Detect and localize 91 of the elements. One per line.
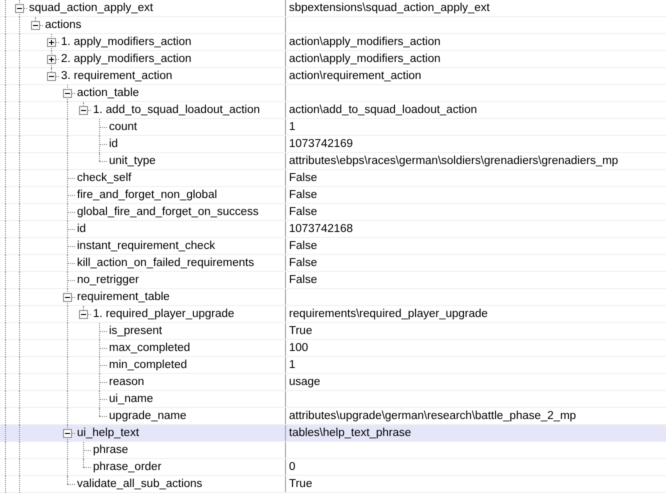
collapse-icon[interactable]: [79, 310, 88, 319]
node-label: check_self: [76, 171, 132, 186]
node-label: ui_help_text: [76, 426, 140, 441]
node-label: upgrade_name: [108, 409, 186, 424]
node-value: False: [289, 257, 318, 269]
tree-row[interactable]: id 1073742169: [0, 136, 666, 153]
expand-icon[interactable]: [47, 38, 56, 47]
node-label: max_completed: [108, 341, 190, 356]
collapse-icon[interactable]: [63, 429, 72, 438]
node-value: requirements\required_player_upgrade: [289, 308, 488, 320]
tree-row[interactable]: 1. add_to_squad_loadout_action action\add_to_squad_loadout_action: [0, 102, 666, 119]
node-label: is_present: [108, 324, 162, 339]
node-value: True: [289, 478, 312, 490]
tree-row[interactable]: unit_type attributes\ebps\races\german\soldiers\grenadiers\grenadiers_mp: [0, 153, 666, 170]
tree-row[interactable]: fire_and_forget_non_global False: [0, 187, 666, 204]
node-value: attributes\upgrade\german\research\battle_phase_2_mp: [289, 410, 576, 422]
node-label: squad_action_apply_ext: [28, 1, 154, 16]
node-value: attributes\ebps\races\german\soldiers\grenadiers\grenadiers_mp: [289, 155, 618, 167]
tree-row[interactable]: reason usage: [0, 374, 666, 391]
node-label: phrase: [92, 443, 128, 458]
node-value: False: [289, 189, 318, 201]
node-value: usage: [289, 376, 320, 388]
node-label: global_fire_and_forget_on_success: [76, 205, 259, 220]
tree-row[interactable]: squad_action_apply_ext sbpextensions\squad_action_apply_ext: [0, 0, 666, 17]
node-label: id: [76, 222, 86, 237]
collapse-icon[interactable]: [63, 89, 72, 98]
node-value: 1: [289, 121, 296, 133]
node-value: False: [289, 206, 318, 218]
node-value: 1: [289, 359, 296, 371]
tree-row[interactable]: ui_name: [0, 391, 666, 408]
tree-row[interactable]: check_self False: [0, 170, 666, 187]
tree-row[interactable]: global_fire_and_forget_on_success False: [0, 204, 666, 221]
node-label: min_completed: [108, 358, 187, 373]
tree-row[interactable]: 3. requirement_action action\requirement_action: [0, 68, 666, 85]
tree-row[interactable]: instant_requirement_check False: [0, 238, 666, 255]
node-value: action\requirement_action: [289, 70, 422, 82]
node-label: 3. requirement_action: [60, 69, 172, 84]
tree-row[interactable]: 2. apply_modifiers_action action\apply_modifiers_action: [0, 51, 666, 68]
node-label: 2. apply_modifiers_action: [60, 52, 192, 67]
tree-row[interactable]: 1. required_player_upgrade requirements\required_player_upgrade: [0, 306, 666, 323]
collapse-icon[interactable]: [63, 293, 72, 302]
tree-row[interactable]: phrase_order 0: [0, 459, 666, 476]
tree-row[interactable]: no_retrigger False: [0, 272, 666, 289]
node-label: action_table: [76, 86, 140, 101]
node-label: fire_and_forget_non_global: [76, 188, 218, 203]
tree-row[interactable]: min_completed 1: [0, 357, 666, 374]
collapse-icon[interactable]: [15, 4, 24, 13]
node-label: count: [108, 120, 138, 135]
tree-row[interactable]: requirement_table: [0, 289, 666, 306]
node-label: validate_all_sub_actions: [76, 477, 202, 492]
collapse-icon[interactable]: [31, 21, 40, 30]
node-value: action\apply_modifiers_action: [289, 36, 441, 48]
node-value: action\add_to_squad_loadout_action: [289, 104, 477, 116]
node-value: action\apply_modifiers_action: [289, 53, 441, 65]
tree-row[interactable]: is_present True: [0, 323, 666, 340]
node-value: tables\help_text_phrase: [289, 427, 412, 439]
tree-row[interactable]: actions: [0, 17, 666, 34]
node-value: False: [289, 274, 318, 286]
tree-row[interactable]: action_table: [0, 85, 666, 102]
node-label: 1. add_to_squad_loadout_action: [92, 103, 260, 118]
node-label: 1. apply_modifiers_action: [60, 35, 192, 50]
tree-row[interactable]: max_completed 100: [0, 340, 666, 357]
tree-row[interactable]: 1. apply_modifiers_action action\apply_modifiers_action: [0, 34, 666, 51]
node-label: ui_name: [108, 392, 154, 407]
tree-row[interactable]: phrase: [0, 442, 666, 459]
tree-row[interactable]: id 1073742168: [0, 221, 666, 238]
node-label: actions: [44, 18, 82, 33]
tree-row[interactable]: kill_action_on_failed_requirements False: [0, 255, 666, 272]
node-value: 0: [289, 461, 296, 473]
node-label: instant_requirement_check: [76, 239, 216, 254]
expand-icon[interactable]: [47, 55, 56, 64]
node-value: 100: [289, 342, 308, 354]
collapse-icon[interactable]: [47, 72, 56, 81]
node-label: reason: [108, 375, 144, 390]
node-label: 1. required_player_upgrade: [92, 307, 234, 322]
node-label: unit_type: [108, 154, 156, 169]
tree-row[interactable]: validate_all_sub_actions True: [0, 476, 666, 493]
tree-row[interactable]: ui_help_text tables\help_text_phrase: [0, 425, 666, 442]
collapse-icon[interactable]: [79, 106, 88, 115]
node-value: 1073742168: [289, 223, 353, 235]
node-value: sbpextensions\squad_action_apply_ext: [289, 2, 490, 14]
node-value: True: [289, 325, 312, 337]
node-value: False: [289, 172, 318, 184]
tree-row[interactable]: count 1: [0, 119, 666, 136]
node-label: requirement_table: [76, 290, 170, 305]
node-label: kill_action_on_failed_requirements: [76, 256, 254, 271]
node-label: id: [108, 137, 118, 152]
node-value: 1073742169: [289, 138, 353, 150]
node-value: False: [289, 240, 318, 252]
node-label: no_retrigger: [76, 273, 140, 288]
node-label: phrase_order: [92, 460, 162, 475]
